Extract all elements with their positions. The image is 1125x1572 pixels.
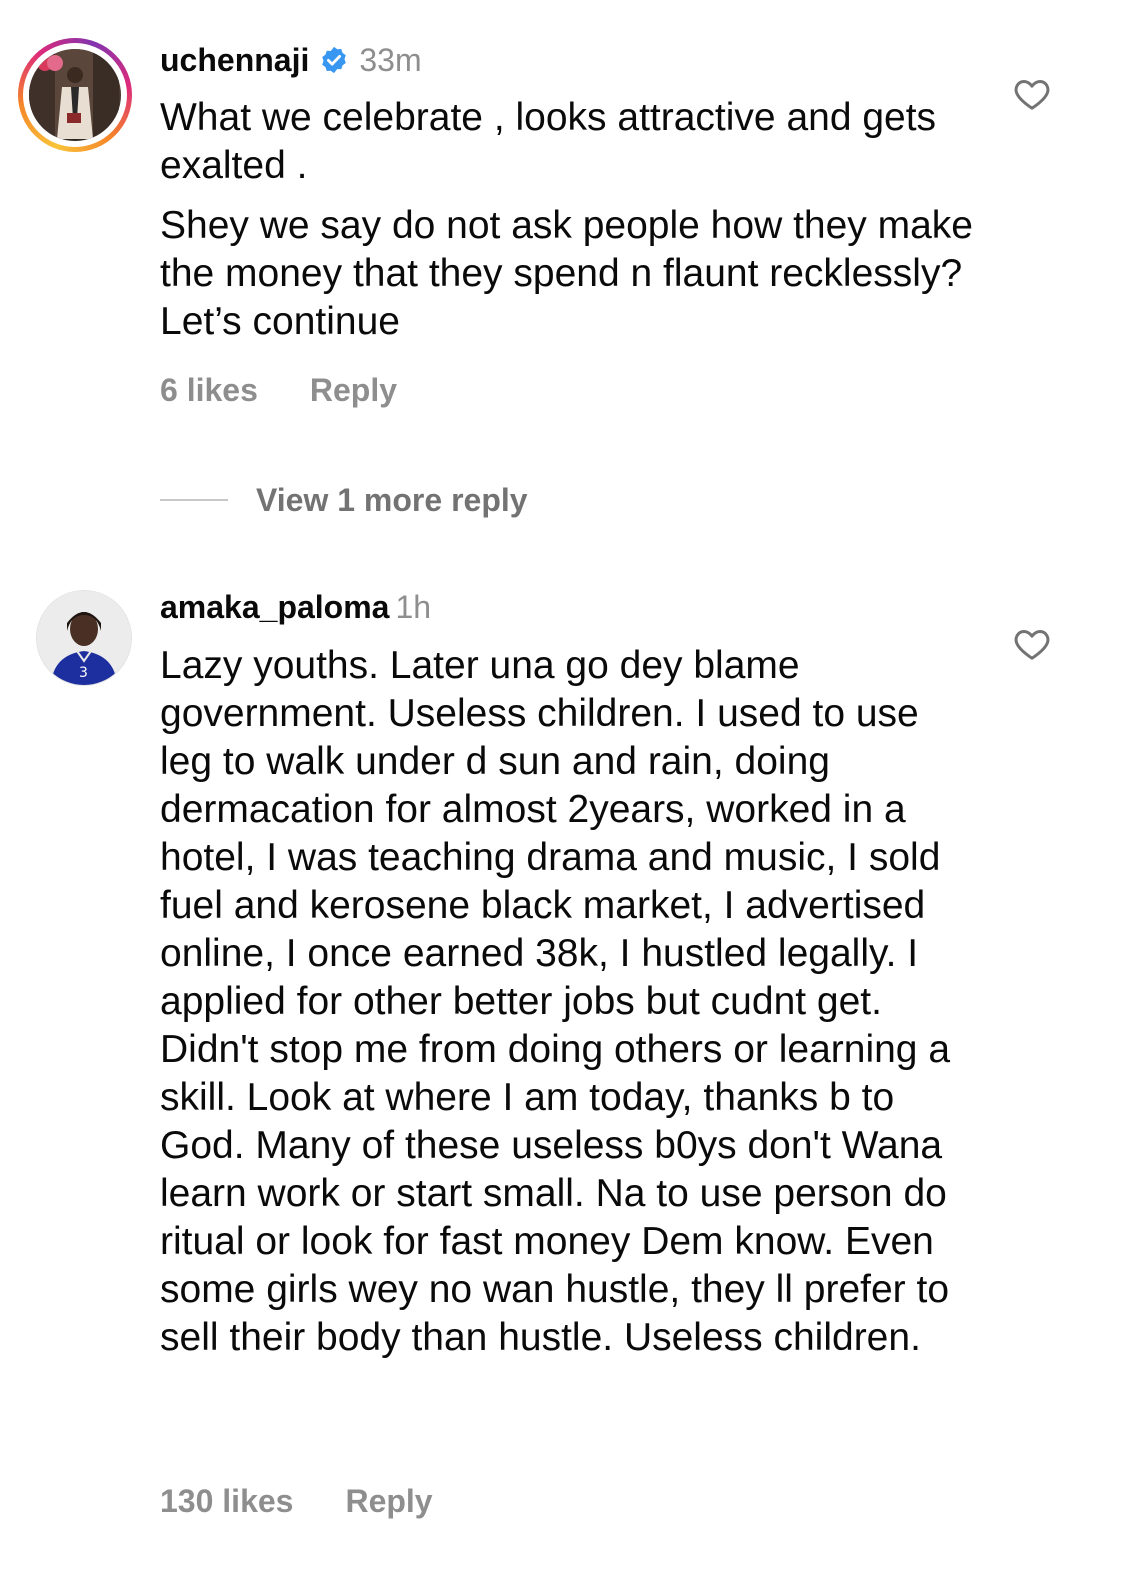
username[interactable]: uchennaji xyxy=(160,42,309,78)
comment-time: 1h xyxy=(395,589,432,625)
reply-button[interactable]: Reply xyxy=(310,372,397,408)
comment-header: amaka_paloma 1h xyxy=(160,587,431,627)
avatar-container[interactable]: 3 xyxy=(36,590,132,686)
avatar: 3 xyxy=(37,591,131,685)
profile-photo-icon: 3 xyxy=(37,591,131,685)
username[interactable]: amaka_paloma xyxy=(160,589,389,625)
likes-count[interactable]: 6 likes xyxy=(160,372,258,408)
comment-paragraph: What we celebrate , looks attractive and… xyxy=(160,96,937,187)
avatar xyxy=(29,49,121,141)
comment-text: Lazy youths. Later una go dey blame gove… xyxy=(160,642,980,1362)
profile-photo-icon xyxy=(29,49,119,139)
comment-paragraph: Lazy youths. Later una go dey blame gove… xyxy=(160,644,951,1359)
heart-icon[interactable] xyxy=(1012,624,1052,664)
reply-button[interactable]: Reply xyxy=(345,1483,432,1519)
heart-icon[interactable] xyxy=(1012,74,1052,114)
comment-header: uchennaji 33m xyxy=(160,40,422,84)
replies-divider xyxy=(160,499,228,501)
comment-time: 33m xyxy=(359,42,422,78)
avatar-story-ring[interactable] xyxy=(18,38,132,152)
comment-paragraph: Shey we say do not ask people how they m… xyxy=(160,204,973,343)
comment-actions: 130 likes Reply xyxy=(160,1481,433,1521)
comment-text: What we celebrate , looks attractive and… xyxy=(160,94,980,346)
verified-badge-icon xyxy=(319,44,349,84)
view-replies-label: View 1 more reply xyxy=(256,481,528,518)
likes-count[interactable]: 130 likes xyxy=(160,1483,293,1519)
svg-text:3: 3 xyxy=(79,665,88,681)
comment-actions: 6 likes Reply xyxy=(160,370,397,410)
view-more-replies[interactable]: View 1 more reply xyxy=(160,478,528,522)
